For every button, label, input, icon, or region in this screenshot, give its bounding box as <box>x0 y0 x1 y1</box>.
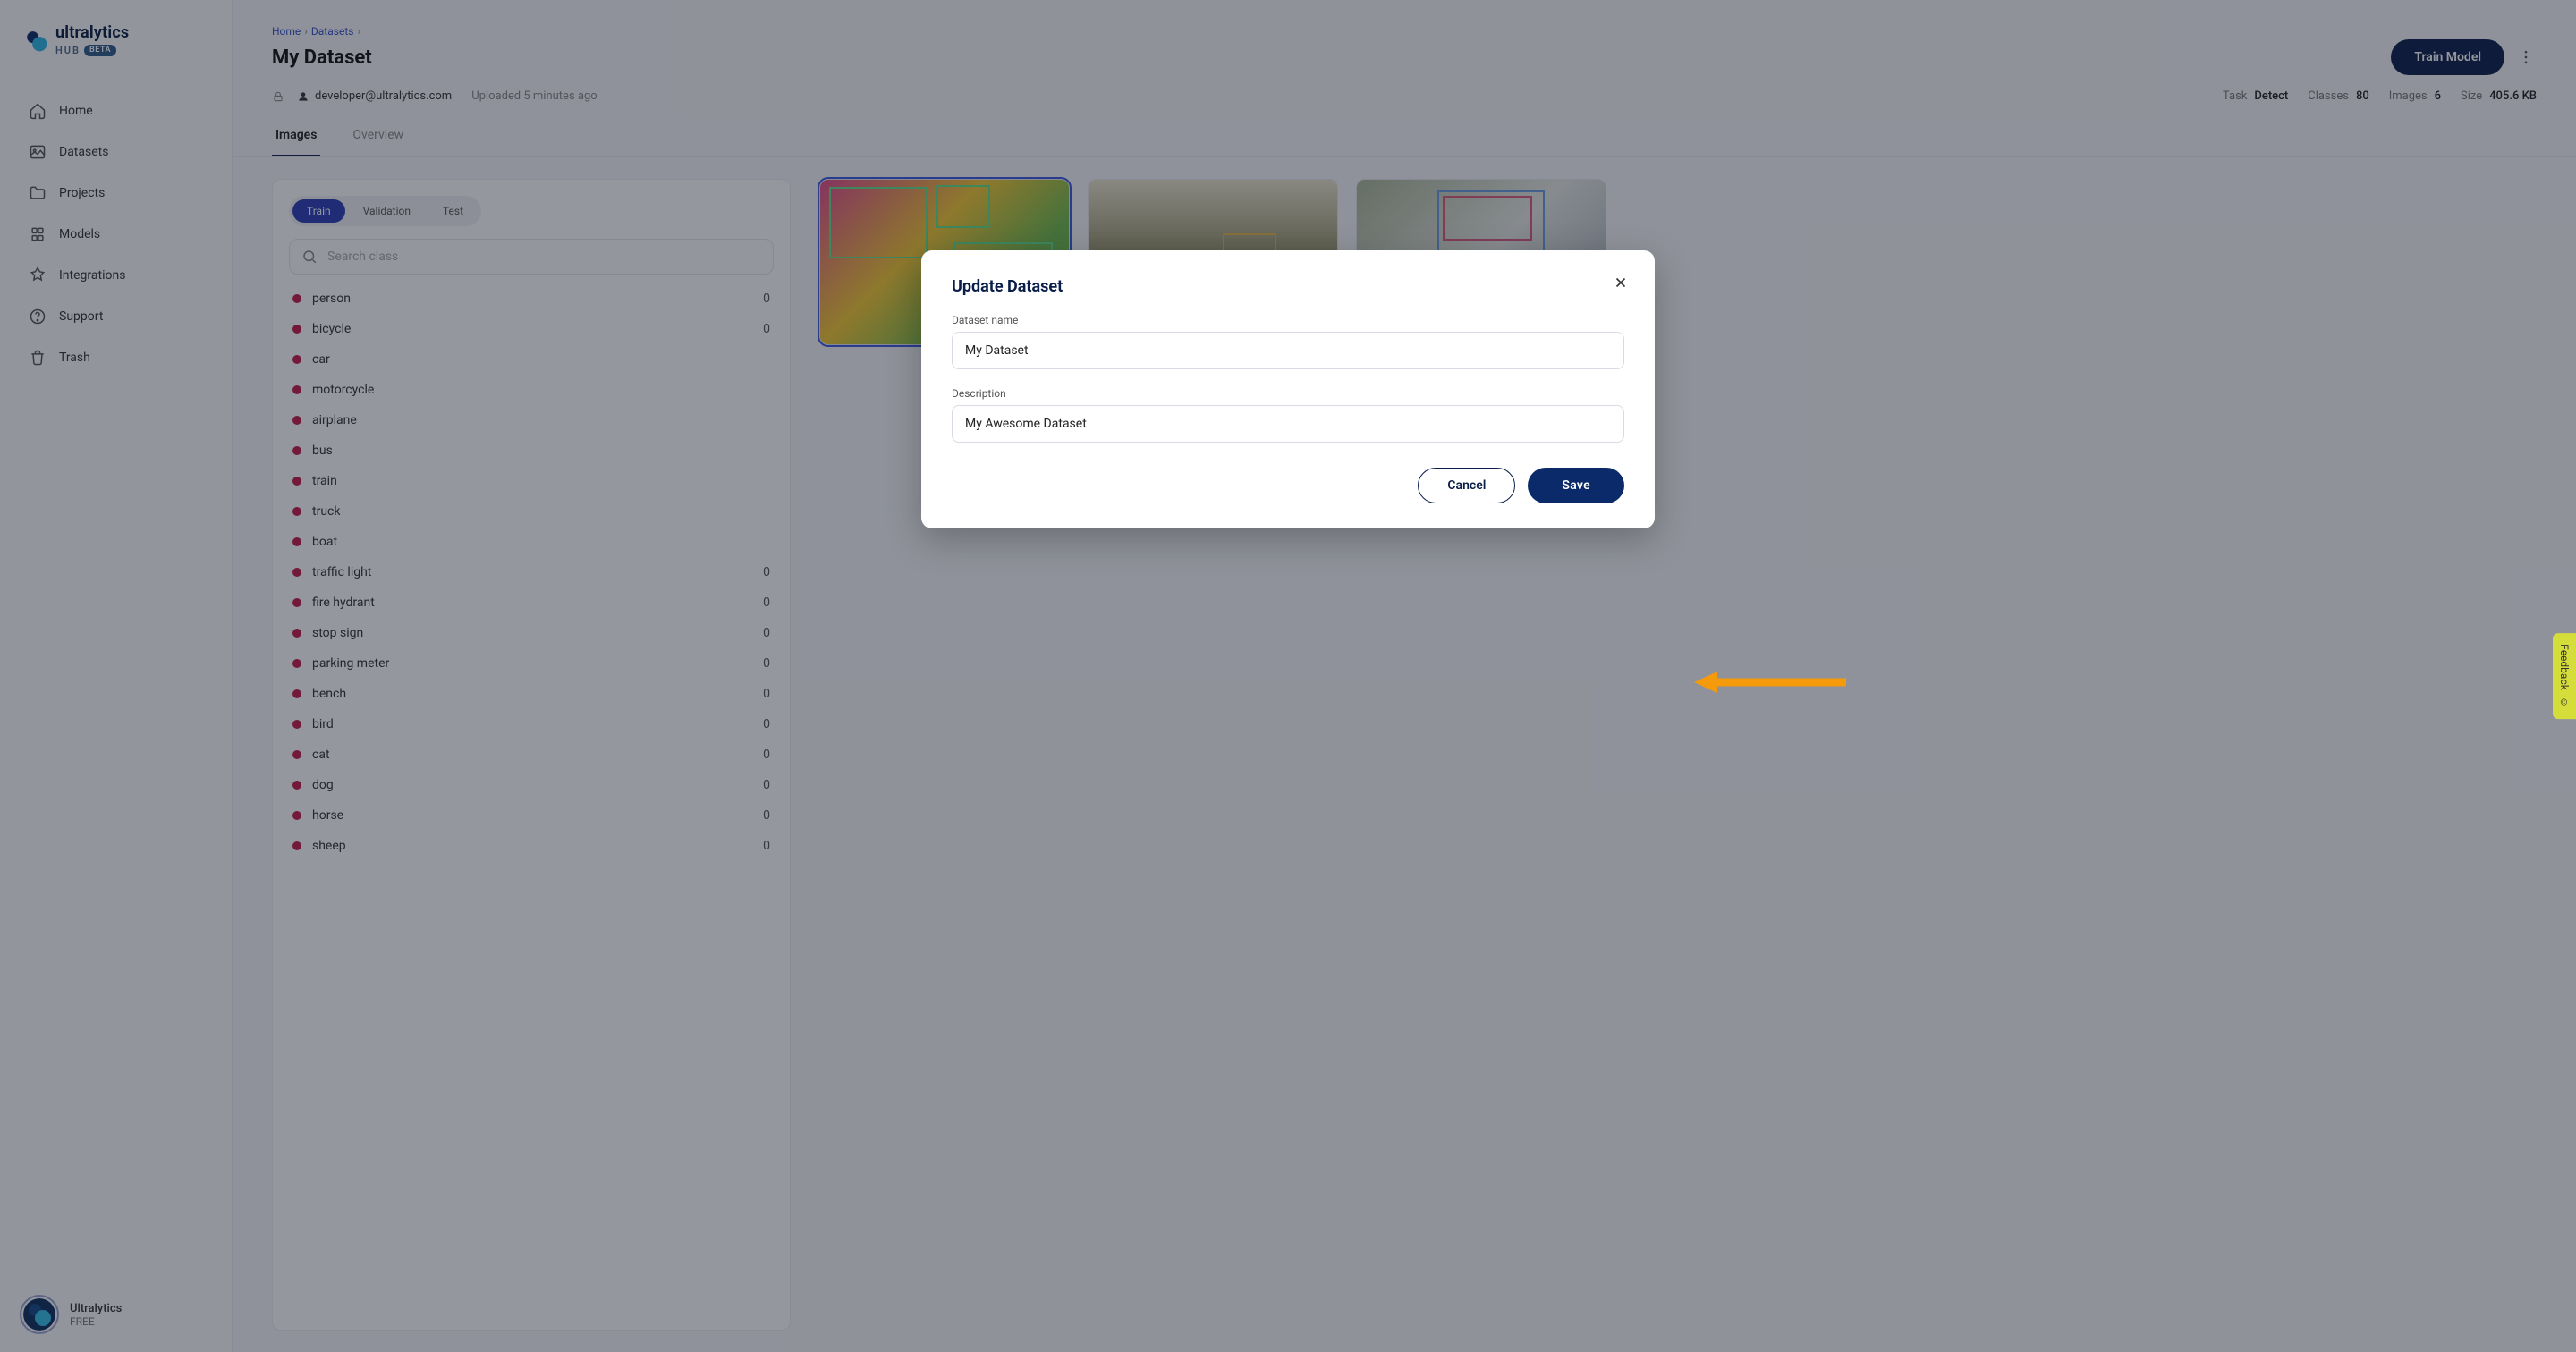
annotation-arrow-icon <box>1694 671 1846 694</box>
update-dataset-modal: Update Dataset Dataset name Description … <box>921 250 1655 528</box>
modal-overlay: Update Dataset Dataset name Description … <box>0 0 2576 1352</box>
feedback-label: Feedback <box>2558 644 2571 690</box>
smile-icon: ☺ <box>2558 696 2571 708</box>
dataset-desc-label: Description <box>952 387 1624 400</box>
save-button[interactable]: Save <box>1528 468 1624 503</box>
dataset-desc-input[interactable] <box>952 405 1624 443</box>
cancel-button[interactable]: Cancel <box>1418 468 1515 503</box>
modal-title: Update Dataset <box>952 277 1624 296</box>
feedback-tab[interactable]: Feedback ☺ <box>2553 633 2576 719</box>
dataset-name-input[interactable] <box>952 332 1624 369</box>
dataset-name-label: Dataset name <box>952 314 1624 326</box>
close-icon[interactable] <box>1608 270 1633 295</box>
